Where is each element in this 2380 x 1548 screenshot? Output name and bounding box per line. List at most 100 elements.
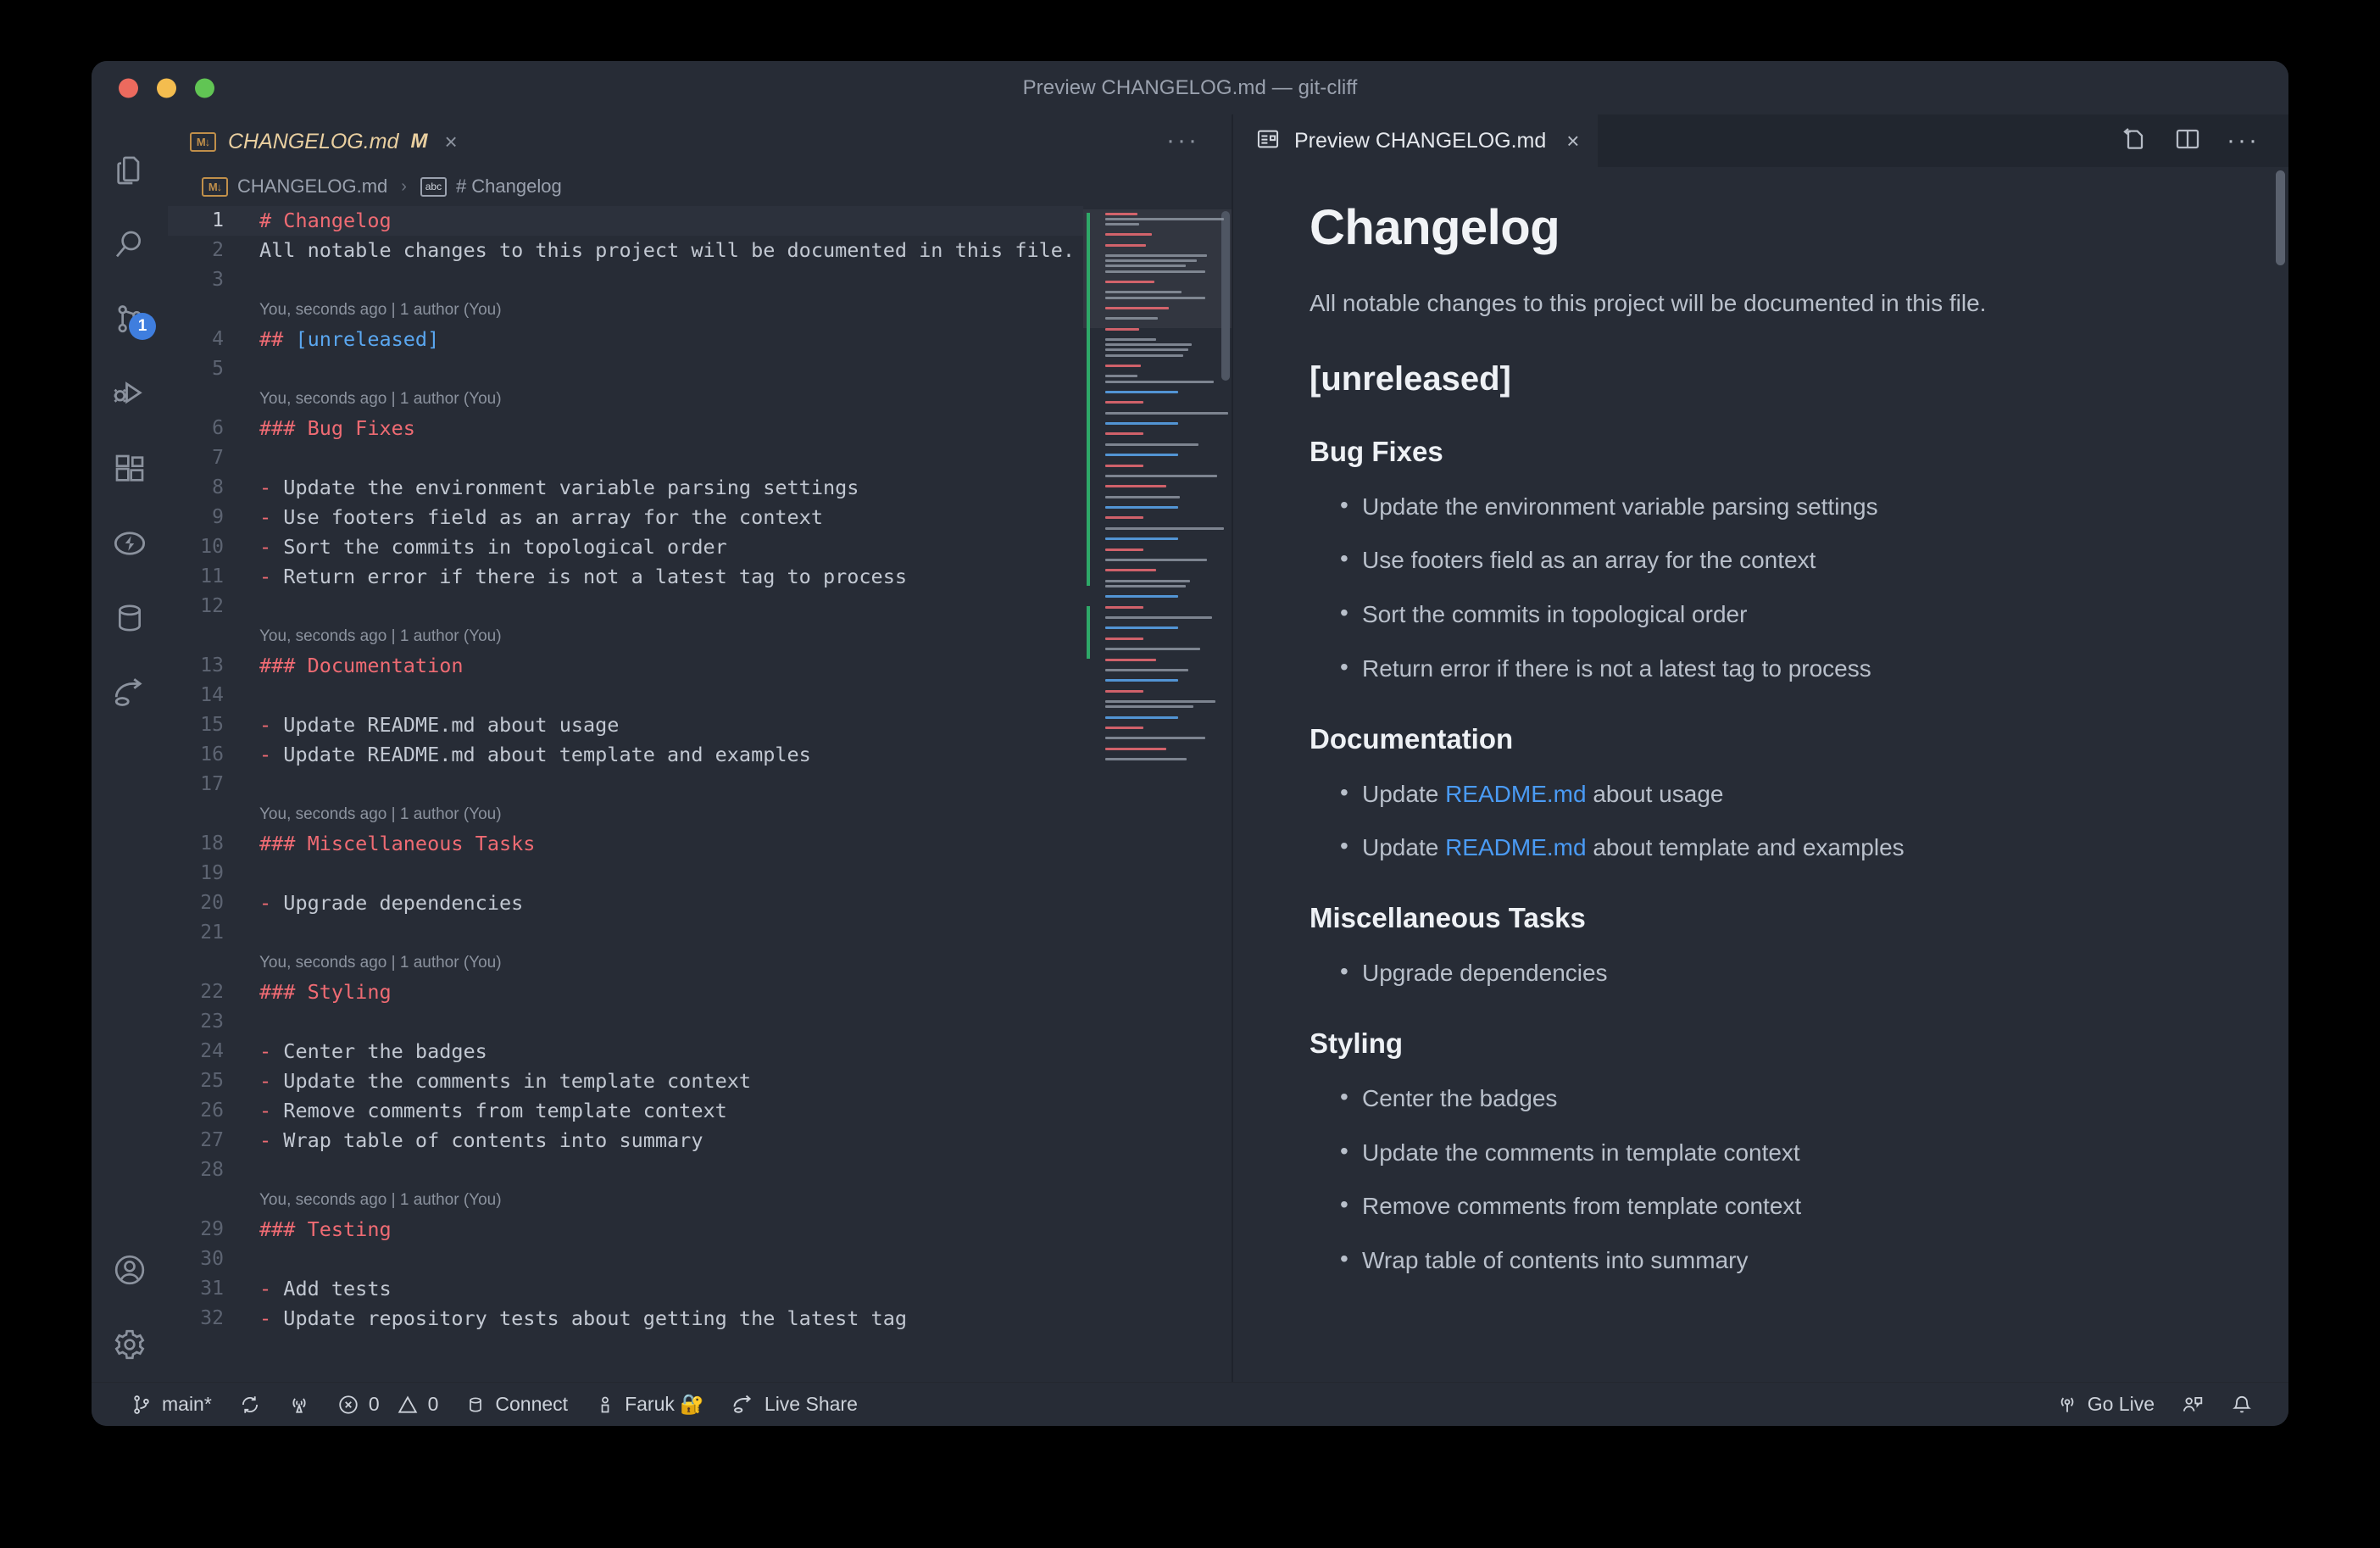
minimap-bar [1105, 506, 1178, 510]
code-line[interactable]: 7 [168, 443, 1083, 473]
code-line[interactable]: 23 [168, 1007, 1083, 1037]
close-window-button[interactable] [119, 78, 138, 97]
breadcrumb-symbol[interactable]: abc # Changelog [420, 175, 562, 198]
editor-more-actions-button[interactable]: ··· [1166, 114, 1232, 167]
line-number: 10 [200, 536, 224, 558]
minimap[interactable] [1083, 206, 1232, 1382]
code-line[interactable]: 28 [168, 1155, 1083, 1185]
status-remote-tunnel[interactable] [275, 1394, 324, 1416]
close-icon[interactable]: × [444, 129, 457, 155]
status-notifications[interactable] [2217, 1394, 2266, 1416]
status-user[interactable]: Faruk 🔐 [581, 1393, 718, 1416]
open-source-icon[interactable] [2121, 125, 2149, 157]
more-actions-icon[interactable]: ··· [2227, 126, 2260, 155]
sidebar-item-explorer[interactable] [92, 133, 168, 208]
close-icon[interactable]: × [1566, 128, 1579, 154]
status-branch[interactable]: main* [117, 1393, 225, 1416]
line-number: 31 [200, 1278, 224, 1300]
code-line[interactable]: 9 - Use footers field as an array for the… [168, 503, 1083, 532]
sidebar-item-run-and-debug[interactable] [92, 357, 168, 432]
git-blame-annotation: You, seconds ago | 1 author (You) [168, 799, 1083, 829]
code-line[interactable]: 25 - Update the comments in template cont… [168, 1066, 1083, 1096]
line-number: 24 [200, 1040, 224, 1062]
code-line[interactable]: 17 [168, 770, 1083, 799]
sidebar-item-accounts[interactable] [92, 1233, 168, 1307]
markdown-preview[interactable]: Changelog All notable changes to this pro… [1233, 167, 2288, 1382]
preview-link[interactable]: README.md [1445, 781, 1586, 807]
tab-preview-changelog-md[interactable]: Preview CHANGELOG.md × [1233, 114, 1599, 167]
code-token: Remove comments from template context [283, 1099, 727, 1122]
line-number: 8 [212, 476, 224, 498]
split-editor-icon[interactable] [2174, 125, 2201, 157]
minimap-bar [1105, 548, 1143, 551]
minimap-bar [1105, 648, 1200, 651]
code-line[interactable]: 22 ### Styling [168, 977, 1083, 1007]
code-line[interactable]: 16 - Update README.md about template and … [168, 740, 1083, 770]
title-bar: Preview CHANGELOG.md — git-cliff [92, 61, 2288, 114]
maximize-window-button[interactable] [195, 78, 214, 97]
sidebar-item-settings[interactable] [92, 1307, 168, 1382]
minimap-bar [1105, 595, 1178, 599]
breadcrumb-file[interactable]: M↓ CHANGELOG.md [202, 175, 387, 198]
code-line[interactable]: 29 ### Testing [168, 1215, 1083, 1245]
preview-link[interactable]: README.md [1445, 834, 1586, 860]
code-line[interactable]: 21 [168, 918, 1083, 948]
code-line[interactable]: 6 ### Bug Fixes [168, 414, 1083, 443]
code-line[interactable]: 30 [168, 1245, 1083, 1274]
traffic-lights [119, 78, 214, 97]
preview-scrollbar[interactable] [2276, 170, 2285, 265]
markdown-file-icon: M↓ [190, 131, 216, 152]
code-line[interactable]: 32 - Update repository tests about gettin… [168, 1304, 1083, 1334]
list-item: Center the badges [1310, 1080, 2229, 1116]
sidebar-item-search[interactable] [92, 208, 168, 282]
code-editor[interactable]: 1 # Changelog 2 All notable changes to this… [168, 206, 1232, 1382]
code-line[interactable]: 10 - Sort the commits in topological orde… [168, 532, 1083, 562]
status-database-connect[interactable]: Connect [452, 1393, 581, 1416]
sidebar-item-source-control[interactable]: 1 [92, 282, 168, 357]
code-line[interactable]: 19 [168, 859, 1083, 888]
code-lines-container[interactable]: 1 # Changelog 2 All notable changes to this… [168, 206, 1083, 1382]
status-go-live[interactable]: Go Live [2043, 1393, 2168, 1416]
code-line[interactable]: 8 - Update the environment variable parsi… [168, 473, 1083, 503]
code-line[interactable]: 26 - Remove comments from template contex… [168, 1096, 1083, 1126]
code-line[interactable]: 31 - Add tests [168, 1274, 1083, 1304]
line-number: 15 [200, 714, 224, 736]
code-line[interactable]: 2 All notable changes to this project wil… [168, 236, 1083, 265]
code-line[interactable]: 15 - Update README.md about usage [168, 710, 1083, 740]
code-line-text: - Update the comments in template contex… [244, 1066, 1083, 1096]
code-line[interactable]: 12 [168, 592, 1083, 621]
breadcrumb: M↓ CHANGELOG.md › abc # Changelog [168, 167, 1232, 206]
code-line[interactable]: 13 ### Documentation [168, 651, 1083, 681]
status-sync[interactable] [225, 1394, 275, 1416]
minimap-slider[interactable] [1083, 209, 1232, 328]
status-bar: main* 0 0 Connect Faruk 🔐 Live Share Go … [92, 1382, 2288, 1426]
tab-changelog-md[interactable]: M↓ CHANGELOG.md M × [168, 114, 476, 167]
minimap-bar [1105, 270, 1205, 273]
code-line[interactable]: 11 - Return error if there is not a lates… [168, 562, 1083, 592]
code-token: Update the environment variable parsing … [283, 476, 859, 499]
sidebar-item-thunder-client[interactable] [92, 506, 168, 581]
code-line[interactable]: 18 ### Miscellaneous Tasks [168, 829, 1083, 859]
code-line[interactable]: 20 - Upgrade dependencies [168, 888, 1083, 918]
sidebar-item-database[interactable] [92, 581, 168, 655]
sidebar-item-extensions[interactable] [92, 432, 168, 506]
minimap-bar [1105, 726, 1143, 729]
git-blame-annotation: You, seconds ago | 1 author (You) [168, 948, 1083, 977]
status-problems[interactable]: 0 0 [324, 1393, 453, 1416]
sidebar-item-live-share[interactable] [92, 655, 168, 730]
code-line[interactable]: 5 [168, 354, 1083, 384]
minimap-bar [1105, 354, 1183, 357]
minimap-scrollbar[interactable] [1221, 211, 1230, 381]
code-line[interactable]: 14 [168, 681, 1083, 710]
code-line-text: - Center the badges [244, 1037, 1083, 1066]
status-live-share[interactable]: Live Share [718, 1393, 871, 1417]
code-line[interactable]: 24 - Center the badges [168, 1037, 1083, 1066]
code-line[interactable]: 3 [168, 265, 1083, 295]
minimap-bar [1105, 495, 1180, 498]
code-line[interactable]: 4 ## [unreleased] [168, 325, 1083, 354]
code-line[interactable]: 27 - Wrap table of contents into summary [168, 1126, 1083, 1155]
status-feedback[interactable] [2168, 1394, 2217, 1416]
code-token: Use footers field as an array for the co… [283, 505, 823, 529]
minimize-window-button[interactable] [157, 78, 176, 97]
code-line[interactable]: 1 # Changelog [168, 206, 1083, 236]
